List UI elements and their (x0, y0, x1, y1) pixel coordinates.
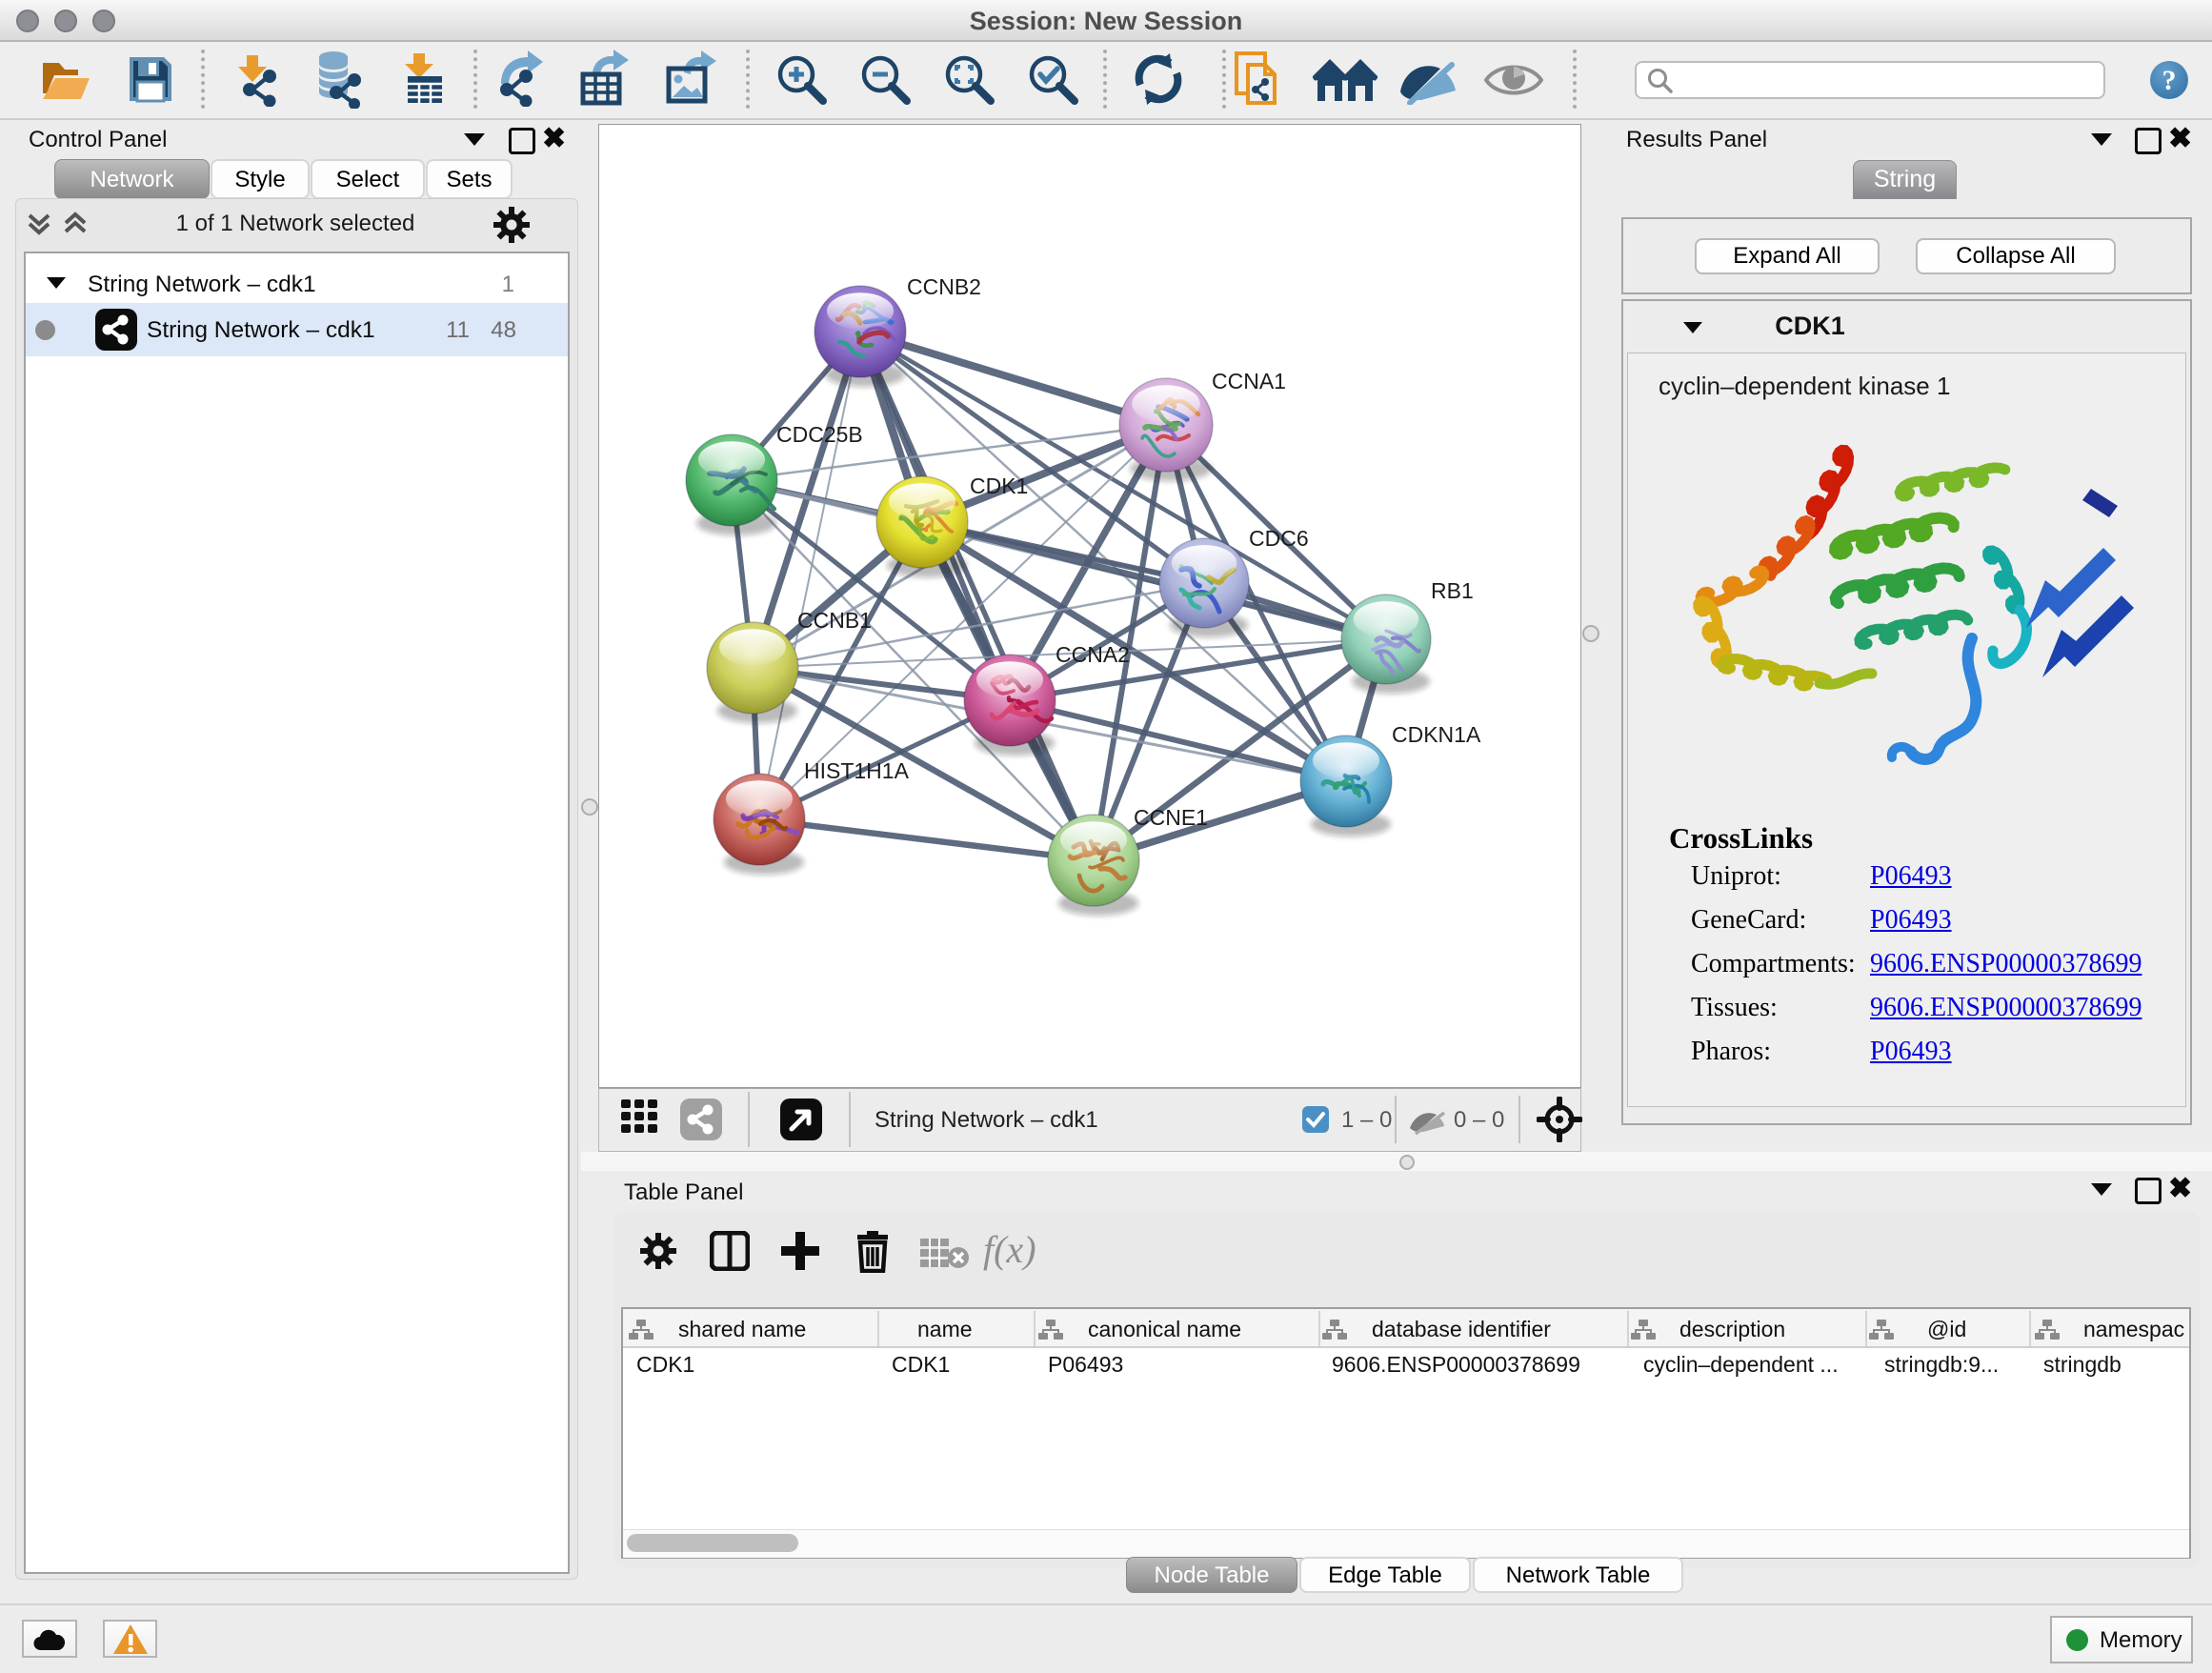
svg-text:CCNA1: CCNA1 (1212, 369, 1286, 393)
svg-text:CCNA2: CCNA2 (1056, 642, 1130, 667)
svg-text:CDC25B: CDC25B (776, 422, 863, 447)
svg-text:CDK1: CDK1 (970, 474, 1028, 498)
svg-text:RB1: RB1 (1431, 578, 1474, 603)
svg-text:CCNB2: CCNB2 (907, 274, 981, 299)
svg-text:CDKN1A: CDKN1A (1392, 722, 1481, 747)
svg-text:CDC6: CDC6 (1249, 526, 1309, 551)
svg-text:CCNB1: CCNB1 (797, 608, 872, 633)
svg-text:CCNE1: CCNE1 (1134, 805, 1208, 830)
svg-text:HIST1H1A: HIST1H1A (804, 758, 910, 783)
svg-text:?: ? (2162, 65, 2177, 96)
